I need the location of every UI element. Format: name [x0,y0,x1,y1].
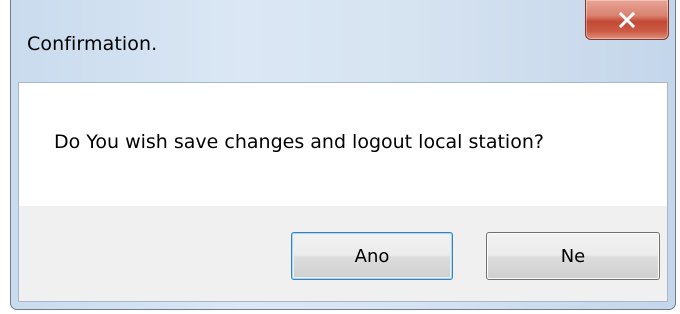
no-button[interactable]: Ne [486,232,660,280]
yes-button[interactable]: Ano [291,232,453,280]
title-bar[interactable]: Confirmation. [11,0,675,82]
dialog-message: Do You wish save changes and logout loca… [54,131,544,153]
close-button[interactable] [585,0,669,40]
confirmation-dialog: Confirmation. Do You wish save changes a… [10,0,676,310]
close-icon [618,11,636,28]
dialog-title: Confirmation. [27,33,158,55]
dialog-body: Do You wish save changes and logout loca… [18,82,668,302]
message-area: Do You wish save changes and logout loca… [19,83,667,206]
